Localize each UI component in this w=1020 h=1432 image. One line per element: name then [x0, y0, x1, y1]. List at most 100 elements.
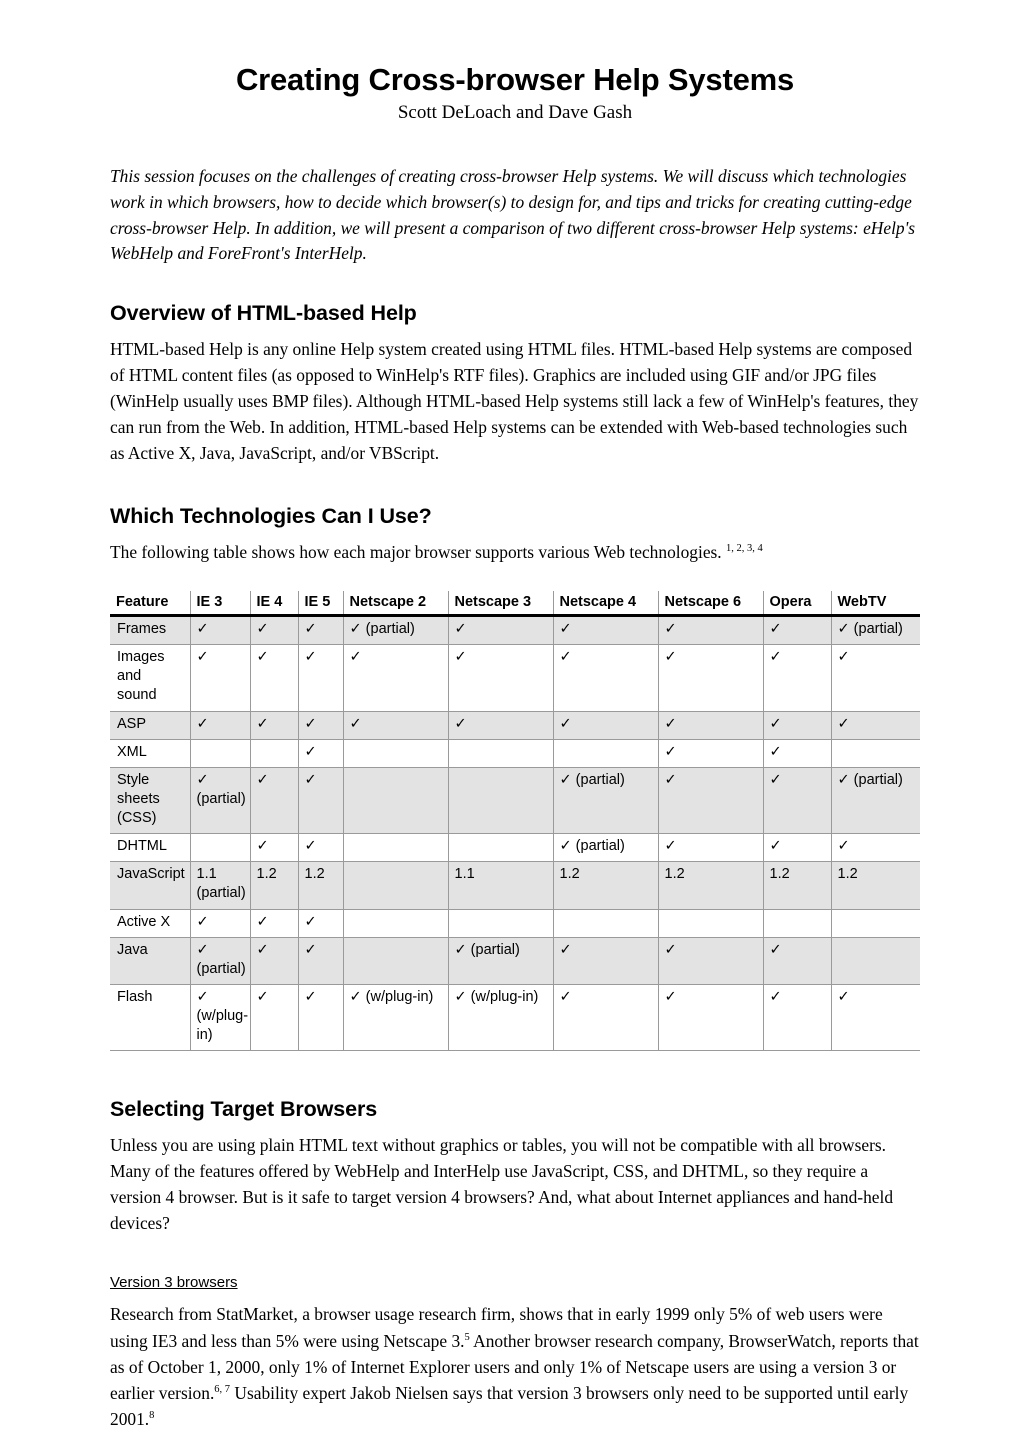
table-cell-support: 1.2 — [658, 861, 764, 910]
table-cell-support: ✓ — [658, 644, 764, 712]
table-cell-support: 1.2 — [250, 861, 299, 910]
table-cell-support: ✓ — [250, 833, 299, 863]
table-body: Frames ✓ ✓ ✓ ✓ (partial) ✓ ✓ ✓ ✓ ✓ (partial) Image… — [110, 615, 920, 1052]
table-row: Flash ✓ (w/plug-in) ✓ ✓ ✓ (w/plug-in) ✓ (w/pl… — [110, 984, 920, 1052]
table-row: Images and sound ✓ ✓ ✓ ✓ ✓ ✓ ✓ ✓ ✓ — [110, 644, 920, 712]
paragraph-target-browsers: Unless you are using plain HTML text wit… — [110, 1135, 894, 1234]
table-cell-support: ✓ — [190, 711, 251, 740]
table-cell-support: ✓ — [831, 644, 920, 712]
table-cell-feature: Active X — [110, 909, 191, 938]
table-cell-support — [343, 861, 449, 910]
table-cell-support — [448, 739, 554, 768]
table-cell-support: ✓ — [831, 711, 920, 740]
table-cell-support: ✓ — [553, 937, 659, 985]
table-cell-support: ✓ — [763, 739, 832, 768]
table-cell-feature: JavaScript — [110, 861, 191, 910]
heading-overview: Overview of HTML-based Help — [110, 300, 417, 325]
table-row: ASP ✓ ✓ ✓ ✓ ✓ ✓ ✓ ✓ ✓ — [110, 711, 920, 740]
table-cell-feature: DHTML — [110, 833, 191, 863]
table-cell-support: ✓ — [763, 937, 832, 985]
table-cell-support: ✓ (partial) — [190, 767, 251, 835]
paragraph-version3-browsers: Research from StatMarket, a browser usag… — [110, 1301, 920, 1432]
table-cell-feature: Images and sound — [110, 644, 191, 712]
column-header-netscape2: Netscape 2 — [343, 591, 449, 617]
table-cell-support: 1.1 — [448, 861, 554, 910]
table-cell-support: ✓ — [763, 984, 832, 1052]
table-cell-support — [831, 909, 920, 938]
column-header-ie4: IE 4 — [250, 591, 299, 617]
table-row: DHTML ✓ ✓ ✓ (partial) ✓ ✓ ✓ — [110, 833, 920, 863]
table-cell-support — [448, 909, 554, 938]
table-cell-support: ✓ (w/plug-in) — [448, 984, 554, 1052]
version3-text-part3: Usability expert Jakob Nielsen says that… — [110, 1382, 909, 1429]
table-cell-support: ✓ — [448, 615, 554, 646]
table-cell-support: ✓ (partial) — [831, 767, 920, 835]
table-cell-support: 1.2 — [763, 861, 832, 910]
table-cell-support: ✓ — [553, 615, 659, 646]
paragraph-overview: HTML-based Help is any online Help syste… — [110, 338, 919, 463]
table-cell-support — [763, 909, 832, 938]
table-cell-support — [343, 767, 449, 835]
table-cell-support: ✓ — [190, 644, 251, 712]
table-cell-support — [190, 739, 251, 768]
table-row: Frames ✓ ✓ ✓ ✓ (partial) ✓ ✓ ✓ ✓ ✓ (partial) — [110, 615, 920, 646]
column-header-netscape4: Netscape 4 — [553, 591, 659, 617]
table-cell-support: ✓ — [298, 767, 344, 835]
heading-technologies: Which Technologies Can I Use? — [110, 504, 432, 529]
table-cell-support: ✓ — [658, 767, 764, 835]
table-cell-support: ✓ — [250, 767, 299, 835]
table-cell-support: ✓ — [298, 833, 344, 863]
table-cell-support — [190, 833, 251, 863]
table-cell-support: ✓ — [831, 984, 920, 1052]
table-cell-support: ✓ — [831, 833, 920, 863]
table-cell-support: ✓ — [448, 711, 554, 740]
column-header-opera: Opera — [763, 591, 832, 617]
table-cell-support — [831, 937, 920, 985]
table-cell-support: 1.2 — [831, 861, 920, 910]
table-cell-feature: ASP — [110, 711, 191, 740]
table-cell-support: ✓ — [553, 711, 659, 740]
table-cell-support: ✓ (w/plug-in) — [190, 984, 251, 1052]
table-cell-support — [658, 909, 764, 938]
column-header-webtv: WebTV — [831, 591, 920, 617]
column-header-netscape6: Netscape 6 — [658, 591, 764, 617]
table-cell-support: ✓ (w/plug-in) — [343, 984, 449, 1052]
table-cell-support: ✓ — [658, 937, 764, 985]
column-header-netscape3: Netscape 3 — [448, 591, 554, 617]
document-page: Creating Cross-browser Help Systems Scot… — [0, 0, 1020, 1429]
table-row: Active X ✓ ✓ ✓ — [110, 909, 920, 938]
table-cell-support: ✓ — [298, 644, 344, 712]
technologies-intro-footnotes: 1, 2, 3, 4 — [726, 543, 763, 555]
table-cell-support: 1.1 (partial) — [190, 861, 251, 910]
document-authors: Scott DeLoach and Dave Gash — [397, 101, 633, 123]
table-cell-support — [448, 767, 554, 835]
table-cell-support: ✓ — [190, 909, 251, 938]
table-cell-support: ✓ (partial) — [190, 937, 251, 985]
table-row: Style sheets (CSS) ✓ (partial) ✓ ✓ ✓ (partia… — [110, 767, 920, 835]
table-cell-support: ✓ — [763, 615, 832, 646]
table-cell-support: ✓ — [250, 937, 299, 985]
table-cell-support: ✓ — [763, 644, 832, 712]
table-cell-support: ✓ — [658, 739, 764, 768]
table-cell-support — [343, 739, 449, 768]
table-row: XML ✓ ✓ ✓ — [110, 739, 920, 768]
table-cell-support: ✓ — [298, 984, 344, 1052]
column-header-ie5: IE 5 — [298, 591, 344, 617]
table-cell-support — [343, 833, 449, 863]
table-cell-support — [448, 833, 554, 863]
table-cell-support: ✓ — [250, 711, 299, 740]
technologies-intro-text: The following table shows how each major… — [110, 541, 722, 562]
table-cell-support: ✓ — [763, 833, 832, 863]
table-cell-support: ✓ — [343, 644, 449, 712]
table-cell-support: ✓ — [298, 937, 344, 985]
version3-footnote-8: 8 — [149, 1410, 155, 1422]
table-cell-support: ✓ — [658, 984, 764, 1052]
table-cell-support: ✓ — [763, 711, 832, 740]
table-cell-support — [250, 739, 299, 768]
table-header-row: Feature IE 3 IE 4 IE 5 Netscape 2 Netsca… — [110, 591, 920, 617]
table-cell-support: ✓ — [250, 984, 299, 1052]
heading-target-browsers: Selecting Target Browsers — [110, 1097, 378, 1122]
table-cell-support: ✓ — [553, 644, 659, 712]
table-cell-support: ✓ — [250, 644, 299, 712]
browser-technology-support-table: Feature IE 3 IE 4 IE 5 Netscape 2 Netsca… — [110, 591, 920, 1052]
